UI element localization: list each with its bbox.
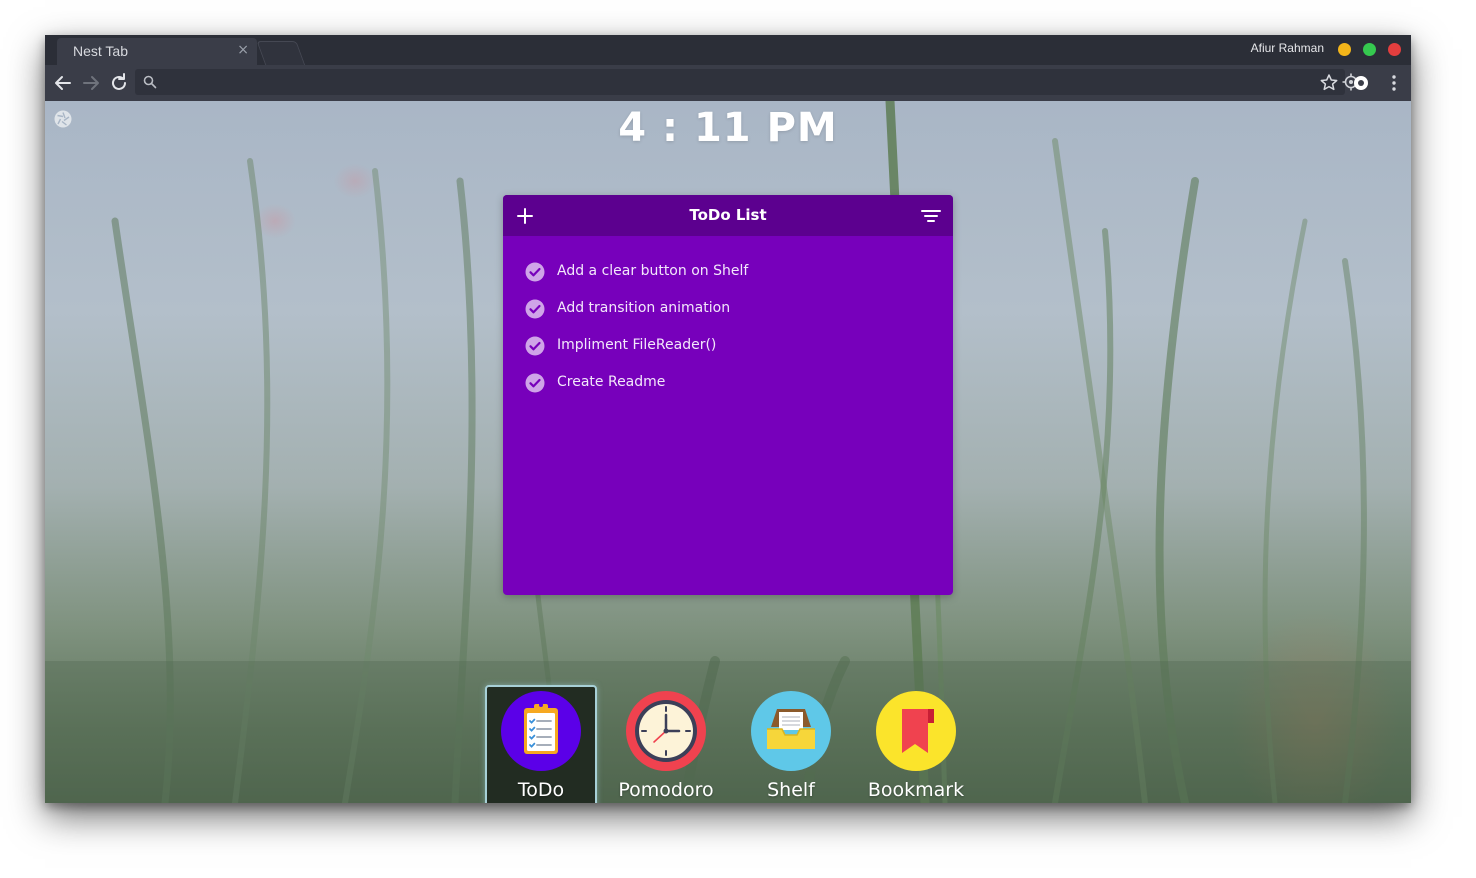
todo-item-text: Add a clear button on Shelf: [557, 263, 749, 279]
clock-icon: [626, 691, 706, 771]
dock-app-label: Bookmark: [867, 779, 965, 801]
todo-item[interactable]: Impliment FileReader(): [525, 336, 935, 373]
address-input[interactable]: [161, 69, 1305, 97]
todo-list: Add a clear button on Shelf Add transiti…: [525, 262, 935, 410]
new-tab-page: 4 : 11 PM ToDo List Add a clear button o: [45, 101, 1411, 803]
browser-tab[interactable]: Nest Tab ×: [57, 38, 257, 65]
dock-app-pomodoro[interactable]: Pomodoro: [610, 685, 722, 803]
todo-panel: ToDo List Add a clear button on Shelf Ad…: [503, 195, 953, 595]
todo-item[interactable]: Add transition animation: [525, 299, 935, 336]
extension-icon[interactable]: [1350, 72, 1372, 94]
todo-item-text: Add transition animation: [557, 300, 731, 316]
back-icon[interactable]: [51, 71, 75, 95]
minimize-button[interactable]: [1338, 43, 1351, 56]
check-circle-icon[interactable]: [525, 262, 545, 282]
search-icon: [143, 75, 157, 89]
todo-header: ToDo List: [503, 195, 953, 236]
new-tab-button[interactable]: [256, 41, 306, 66]
close-window-button[interactable]: [1388, 43, 1401, 56]
forward-icon[interactable]: [79, 71, 103, 95]
address-bar[interactable]: [135, 69, 1360, 97]
dock-app-label: ToDo: [517, 779, 565, 801]
maximize-button[interactable]: [1363, 43, 1376, 56]
dock-app-label: Shelf: [767, 779, 815, 801]
browser-window: Nest Tab × Afiur Rahman 4: 11 PM ToDo L…: [45, 35, 1411, 803]
dock-app-bookmark[interactable]: Bookmark: [860, 685, 972, 803]
tab-close-button[interactable]: ×: [237, 42, 249, 58]
browser-toolbar: [45, 65, 1411, 101]
dock-app-shelf[interactable]: Shelf: [735, 685, 847, 803]
check-circle-icon[interactable]: [525, 336, 545, 356]
add-todo-icon[interactable]: [515, 206, 535, 226]
menu-dots-icon[interactable]: [1383, 72, 1405, 94]
inbox-tray-icon: [751, 691, 831, 771]
check-circle-icon[interactable]: [525, 299, 545, 319]
todo-item-text: Impliment FileReader(): [557, 337, 717, 353]
dock-app-label: Pomodoro: [618, 779, 714, 801]
todo-item-text: Create Readme: [557, 374, 666, 390]
bookmark-icon: [876, 691, 956, 771]
todo-title: ToDo List: [689, 206, 767, 224]
star-bookmark-icon[interactable]: [1318, 72, 1340, 94]
app-dock: ToDo Pomodoro Shelf Bookmark: [483, 685, 983, 803]
check-circle-icon[interactable]: [525, 373, 545, 393]
todo-item[interactable]: Create Readme: [525, 373, 935, 410]
tab-strip: Nest Tab × Afiur Rahman: [45, 35, 1411, 66]
filter-icon[interactable]: [921, 207, 941, 225]
reload-icon[interactable]: [107, 71, 131, 95]
dock-app-todo[interactable]: ToDo: [485, 685, 597, 803]
clock-time: 4 : 11 PM: [618, 105, 838, 151]
tab-title: Nest Tab: [73, 43, 128, 59]
todo-item[interactable]: Add a clear button on Shelf: [525, 262, 935, 299]
profile-name[interactable]: Afiur Rahman: [1251, 41, 1324, 55]
clipboard-icon: [501, 691, 581, 771]
